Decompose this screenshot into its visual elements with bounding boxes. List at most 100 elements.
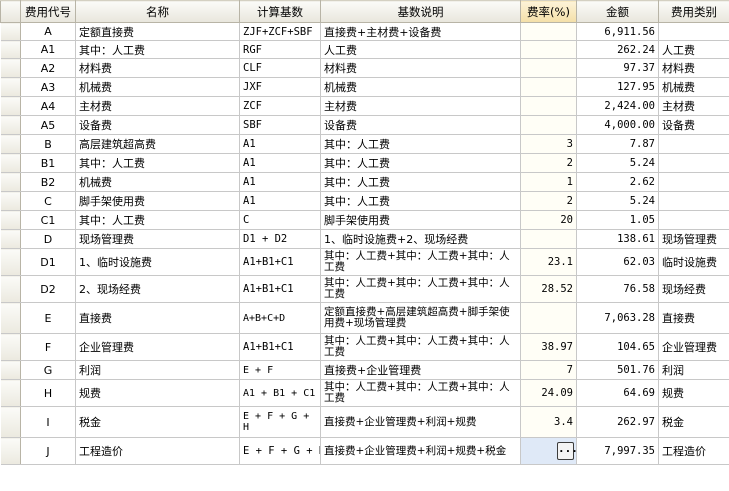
cell-desc[interactable]: 直接费+企业管理费+利润+规费 — [320, 406, 521, 438]
cell-base[interactable]: A1+B1+C1 — [239, 275, 321, 303]
cell-category[interactable]: 工程造价 — [658, 437, 729, 465]
table-row[interactable]: E 直接费 A+B+C+D 定额直接费+高层建筑超高费+脚手架使用费+现场管理费 7,0… — [0, 302, 729, 334]
cell-name[interactable]: 工程造价 — [75, 437, 240, 465]
cell-category[interactable]: 直接费 — [658, 302, 729, 334]
cell-category[interactable] — [658, 134, 729, 154]
cell-code[interactable]: C1 — [20, 210, 76, 230]
cell-name[interactable]: 高层建筑超高费 — [75, 134, 240, 154]
cell-amount[interactable]: 262.97 — [576, 406, 659, 438]
cell-code[interactable]: J — [20, 437, 76, 465]
cell-amount[interactable]: 2,424.00 — [576, 96, 659, 116]
cell-amount[interactable]: 97.37 — [576, 58, 659, 78]
cell-base[interactable]: SBF — [239, 115, 321, 135]
cell-desc[interactable]: 直接费+企业管理费+利润+规费+税金 — [320, 437, 521, 465]
table-row[interactable]: C1 其中：人工费 C 脚手架使用费 20 1.05 — [0, 210, 729, 230]
row-selector[interactable] — [0, 172, 21, 192]
cell-rate[interactable]: 28.52 — [520, 275, 577, 303]
cell-desc[interactable]: 机械费 — [320, 77, 521, 97]
row-selector-header[interactable] — [0, 0, 21, 23]
cell-base[interactable]: A1 — [239, 134, 321, 154]
table-row[interactable]: A1 其中：人工费 RGF 人工费 262.24 人工费 — [0, 40, 729, 59]
row-selector[interactable] — [0, 77, 21, 97]
cell-amount[interactable]: 5.24 — [576, 191, 659, 211]
cell-rate[interactable]: 2 — [520, 191, 577, 211]
cell-desc[interactable]: 其中：人工费 — [320, 153, 521, 173]
cell-category[interactable]: 现场经费 — [658, 275, 729, 303]
cell-desc[interactable]: 直接费+企业管理费 — [320, 360, 521, 380]
cell-desc[interactable]: 其中：人工费 — [320, 191, 521, 211]
cell-base[interactable]: E + F + G + H + I — [239, 437, 321, 465]
cell-code[interactable]: I — [20, 406, 76, 438]
cell-category[interactable] — [658, 191, 729, 211]
col-header-name[interactable]: 名称 — [75, 0, 240, 23]
cell-name[interactable]: 主材费 — [75, 96, 240, 116]
table-row[interactable]: B1 其中：人工费 A1 其中：人工费 2 5.24 — [0, 153, 729, 173]
table-row[interactable]: C 脚手架使用费 A1 其中：人工费 2 5.24 — [0, 191, 729, 211]
table-row[interactable]: B2 机械费 A1 其中：人工费 1 2.62 — [0, 172, 729, 192]
cell-name[interactable]: 直接费 — [75, 302, 240, 334]
cell-amount[interactable]: 501.76 — [576, 360, 659, 380]
cell-code[interactable]: A4 — [20, 96, 76, 116]
cell-code[interactable]: A5 — [20, 115, 76, 135]
cell-amount[interactable]: 138.61 — [576, 229, 659, 249]
cell-category[interactable]: 设备费 — [658, 115, 729, 135]
table-row[interactable]: A2 材料费 CLF 材料费 97.37 材料费 — [0, 58, 729, 78]
row-selector[interactable] — [0, 40, 21, 59]
table-row[interactable]: D2 2、现场经费 A1+B1+C1 其中：人工费+其中：人工费+其中：人工费 28.5… — [0, 275, 729, 303]
table-row[interactable]: J工程造价E + F + G + H + I直接费+企业管理费+利润+规费+税金… — [0, 437, 729, 465]
cell-name[interactable]: 企业管理费 — [75, 333, 240, 361]
cell-base[interactable]: E + F — [239, 360, 321, 380]
cell-category[interactable]: 利润 — [658, 360, 729, 380]
table-row[interactable]: A 定额直接费 ZJF+ZCF+SBF 直接费+主材费+设备费 6,911.56 — [0, 22, 729, 41]
cell-category[interactable] — [658, 22, 729, 41]
col-header-code[interactable]: 费用代号 — [20, 0, 76, 23]
cell-amount[interactable]: 127.95 — [576, 77, 659, 97]
cell-rate[interactable]: 2 — [520, 153, 577, 173]
cell-amount[interactable]: 4,000.00 — [576, 115, 659, 135]
cell-base[interactable]: A1+B1+C1 — [239, 248, 321, 276]
row-selector[interactable] — [0, 302, 21, 334]
table-row[interactable]: D 现场管理费 D1 + D2 1、临时设施费+2、现场经费 138.61 现场管理费 — [0, 229, 729, 249]
cell-desc[interactable]: 主材费 — [320, 96, 521, 116]
cell-base[interactable]: CLF — [239, 58, 321, 78]
cell-amount[interactable]: 104.65 — [576, 333, 659, 361]
cell-amount[interactable]: 6,911.56 — [576, 22, 659, 41]
col-header-category[interactable]: 费用类别 — [658, 0, 729, 23]
cell-desc[interactable]: 人工费 — [320, 40, 521, 59]
cell-code[interactable]: D1 — [20, 248, 76, 276]
table-row[interactable]: I 税金 E + F + G + H 直接费+企业管理费+利润+规费 3.4 262.97… — [0, 406, 729, 438]
cell-category[interactable]: 机械费 — [658, 77, 729, 97]
cell-category[interactable]: 临时设施费 — [658, 248, 729, 276]
cell-amount[interactable]: 5.24 — [576, 153, 659, 173]
cell-category[interactable]: 现场管理费 — [658, 229, 729, 249]
cell-base[interactable]: RGF — [239, 40, 321, 59]
cell-name[interactable]: 税金 — [75, 406, 240, 438]
cell-rate[interactable] — [520, 96, 577, 116]
cell-rate[interactable] — [520, 115, 577, 135]
cell-rate[interactable]: 3 — [520, 134, 577, 154]
cell-code[interactable]: G — [20, 360, 76, 380]
cell-desc[interactable]: 其中：人工费+其中：人工费+其中：人工费 — [320, 333, 521, 361]
cell-base[interactable]: JXF — [239, 77, 321, 97]
cell-desc[interactable]: 其中：人工费+其中：人工费+其中：人工费 — [320, 379, 521, 407]
col-header-rate[interactable]: 费率(%) — [520, 0, 577, 23]
cell-code[interactable]: B — [20, 134, 76, 154]
cell-name[interactable]: 2、现场经费 — [75, 275, 240, 303]
cell-name[interactable]: 其中：人工费 — [75, 40, 240, 59]
cell-rate[interactable]: 7 — [520, 360, 577, 380]
row-selector[interactable] — [0, 275, 21, 303]
row-selector[interactable] — [0, 191, 21, 211]
cell-base[interactable]: A1 — [239, 172, 321, 192]
cell-rate[interactable]: 24.09 — [520, 379, 577, 407]
cell-code[interactable]: D — [20, 229, 76, 249]
cell-desc[interactable]: 定额直接费+高层建筑超高费+脚手架使用费+现场管理费 — [320, 302, 521, 334]
cell-name[interactable]: 机械费 — [75, 172, 240, 192]
cell-rate[interactable]: ... — [520, 437, 577, 465]
cell-amount[interactable]: 62.03 — [576, 248, 659, 276]
cell-category[interactable]: 主材费 — [658, 96, 729, 116]
row-selector[interactable] — [0, 115, 21, 135]
row-selector[interactable] — [0, 96, 21, 116]
cell-code[interactable]: D2 — [20, 275, 76, 303]
cell-amount[interactable]: 76.58 — [576, 275, 659, 303]
cell-desc[interactable]: 其中：人工费+其中：人工费+其中：人工费 — [320, 275, 521, 303]
